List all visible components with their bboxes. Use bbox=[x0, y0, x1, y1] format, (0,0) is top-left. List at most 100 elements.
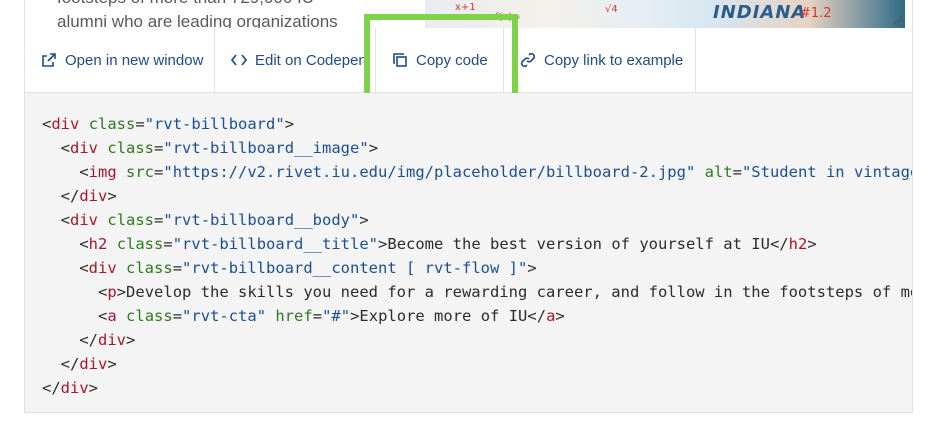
code-tag: div bbox=[88, 259, 117, 277]
copy-code-button[interactable]: Copy code bbox=[376, 28, 504, 92]
code-block[interactable]: <div class="rvt-billboard"> <div class="… bbox=[24, 93, 913, 413]
code-punct: </ bbox=[527, 307, 547, 325]
code-tag: div bbox=[51, 115, 80, 133]
code-punct: < bbox=[60, 211, 71, 229]
example-preview: footsteps of more than 729,000 IU alumni… bbox=[24, 0, 913, 28]
code-attr: class bbox=[126, 259, 173, 277]
code-value: "#" bbox=[322, 307, 351, 325]
code-punct: </ bbox=[60, 355, 80, 373]
scribble: f(x)= bbox=[495, 12, 521, 23]
code-punct: < bbox=[79, 235, 89, 253]
code-punct: < bbox=[42, 115, 52, 133]
code-line: <div class="rvt-billboard__body"> bbox=[42, 208, 912, 232]
edit-codepen-label: Edit on Codepen bbox=[255, 51, 367, 69]
code-line: <img src = "https://v2.rivet.iu.edu/img/pl… bbox=[42, 160, 913, 184]
code-tag: a bbox=[546, 307, 556, 325]
code-punct: > bbox=[807, 235, 817, 253]
code-punct: > bbox=[368, 139, 379, 157]
code-value: "rvt-billboard__image" bbox=[163, 139, 369, 157]
code-attr: src bbox=[126, 163, 155, 181]
code-punct: </ bbox=[79, 331, 98, 349]
code-punct: > bbox=[555, 307, 565, 325]
code-tag: div bbox=[79, 355, 108, 373]
billboard-image: x+1 f(x)= √4 INDIANA #1.2 bbox=[425, 0, 905, 28]
code-punct: = bbox=[172, 259, 183, 277]
code-value: "rvt-billboard__content [ rvt-flow ]" bbox=[182, 259, 528, 277]
copy-link-button[interactable]: Copy link to example bbox=[504, 28, 696, 92]
code-tag: img bbox=[88, 163, 117, 181]
code-punct: < bbox=[98, 307, 108, 325]
code-value: "rvt-billboard" bbox=[144, 115, 285, 133]
resize-handle-icon[interactable] bbox=[891, 14, 903, 26]
code-text: Develop the skills you need for a reward… bbox=[126, 283, 913, 301]
code-punct: < bbox=[60, 139, 71, 157]
code-punct: > bbox=[284, 115, 295, 133]
scribble: √4 bbox=[605, 4, 618, 15]
code-tag: h2 bbox=[88, 235, 108, 253]
code-punct: </ bbox=[42, 379, 61, 397]
preview-text-line: alumni who are leading organizations bbox=[57, 12, 338, 28]
edit-codepen-button[interactable]: Edit on Codepen bbox=[215, 28, 376, 92]
code-line: </div> bbox=[42, 184, 912, 208]
code-attr: alt bbox=[704, 163, 733, 181]
code-punct: < bbox=[79, 163, 89, 181]
open-new-window-label: Open in new window bbox=[65, 51, 204, 69]
copy-code-label: Copy code bbox=[416, 51, 488, 69]
code-attr: class bbox=[88, 115, 136, 133]
code-tag: div bbox=[79, 187, 108, 205]
code-punct: = bbox=[154, 211, 164, 229]
code-value: "rvt-billboard__body" bbox=[163, 211, 360, 229]
code-attr: class bbox=[126, 307, 173, 325]
code-punct: > bbox=[116, 283, 127, 301]
code-punct: < bbox=[98, 283, 108, 301]
code-text: Explore more of IU bbox=[359, 307, 528, 325]
code-line: <p>Develop the skills you need for a rew… bbox=[42, 280, 913, 304]
code-punct: = bbox=[172, 307, 183, 325]
code-tag: div bbox=[70, 139, 99, 157]
code-value: "https://v2.rivet.iu.edu/img/placeholder… bbox=[163, 163, 696, 181]
code-punct: = bbox=[154, 139, 164, 157]
preview-text: footsteps of more than 729,000 IU alumni… bbox=[57, 0, 387, 28]
code-content: <div class="rvt-billboard"> <div class="… bbox=[42, 112, 913, 400]
code-attr: class bbox=[116, 235, 164, 253]
code-punct: < bbox=[79, 259, 89, 277]
code-line: </div> bbox=[42, 352, 912, 376]
open-new-window-button[interactable]: Open in new window bbox=[25, 28, 215, 92]
code-tag: div bbox=[98, 331, 126, 349]
code-punct: > bbox=[359, 211, 369, 229]
banner-word: INDIANA bbox=[713, 2, 807, 23]
code-attr: href bbox=[275, 307, 313, 325]
code-text: Become the best version of yourself at I… bbox=[387, 235, 770, 253]
code-value: "rvt-cta" bbox=[182, 307, 267, 325]
code-punct: > bbox=[527, 259, 537, 277]
code-punct: > bbox=[350, 307, 360, 325]
code-line: <h2 class="rvt-billboard__title">Become … bbox=[42, 232, 912, 256]
code-punct: > bbox=[126, 331, 136, 349]
code-tag: div bbox=[70, 211, 99, 229]
code-line: <div class="rvt-billboard__content [ rvt… bbox=[42, 256, 912, 280]
code-toolbar: Open in new window Edit on Codepen Copy … bbox=[24, 28, 913, 93]
code-punct: > bbox=[378, 235, 388, 253]
code-punct: = bbox=[732, 163, 742, 181]
code-line: <a class="rvt-cta" href="#">Explore more… bbox=[42, 304, 912, 328]
code-punct: > bbox=[107, 355, 117, 373]
scribble: #1.2 bbox=[800, 6, 832, 21]
preview-text-line: footsteps of more than 729,000 IU bbox=[57, 0, 387, 10]
code-punct: = bbox=[312, 307, 323, 325]
code-tag: h2 bbox=[788, 235, 808, 253]
copy-link-label: Copy link to example bbox=[544, 51, 684, 69]
code-punct: </ bbox=[60, 187, 80, 205]
code-punct: = bbox=[135, 115, 145, 133]
code-tag: a bbox=[107, 307, 117, 325]
code-punct: > bbox=[107, 187, 117, 205]
copy-icon bbox=[393, 53, 407, 67]
external-link-icon bbox=[42, 53, 56, 67]
code-attr: class bbox=[107, 211, 155, 229]
code-icon bbox=[231, 54, 247, 66]
code-value: "Student in vintage" bbox=[741, 163, 913, 181]
code-value: "rvt-billboard__title" bbox=[172, 235, 379, 253]
code-line: <div class="rvt-billboard"> bbox=[42, 112, 912, 136]
link-icon bbox=[520, 52, 536, 68]
code-line: </div> bbox=[42, 376, 912, 400]
code-attr: class bbox=[107, 139, 155, 157]
